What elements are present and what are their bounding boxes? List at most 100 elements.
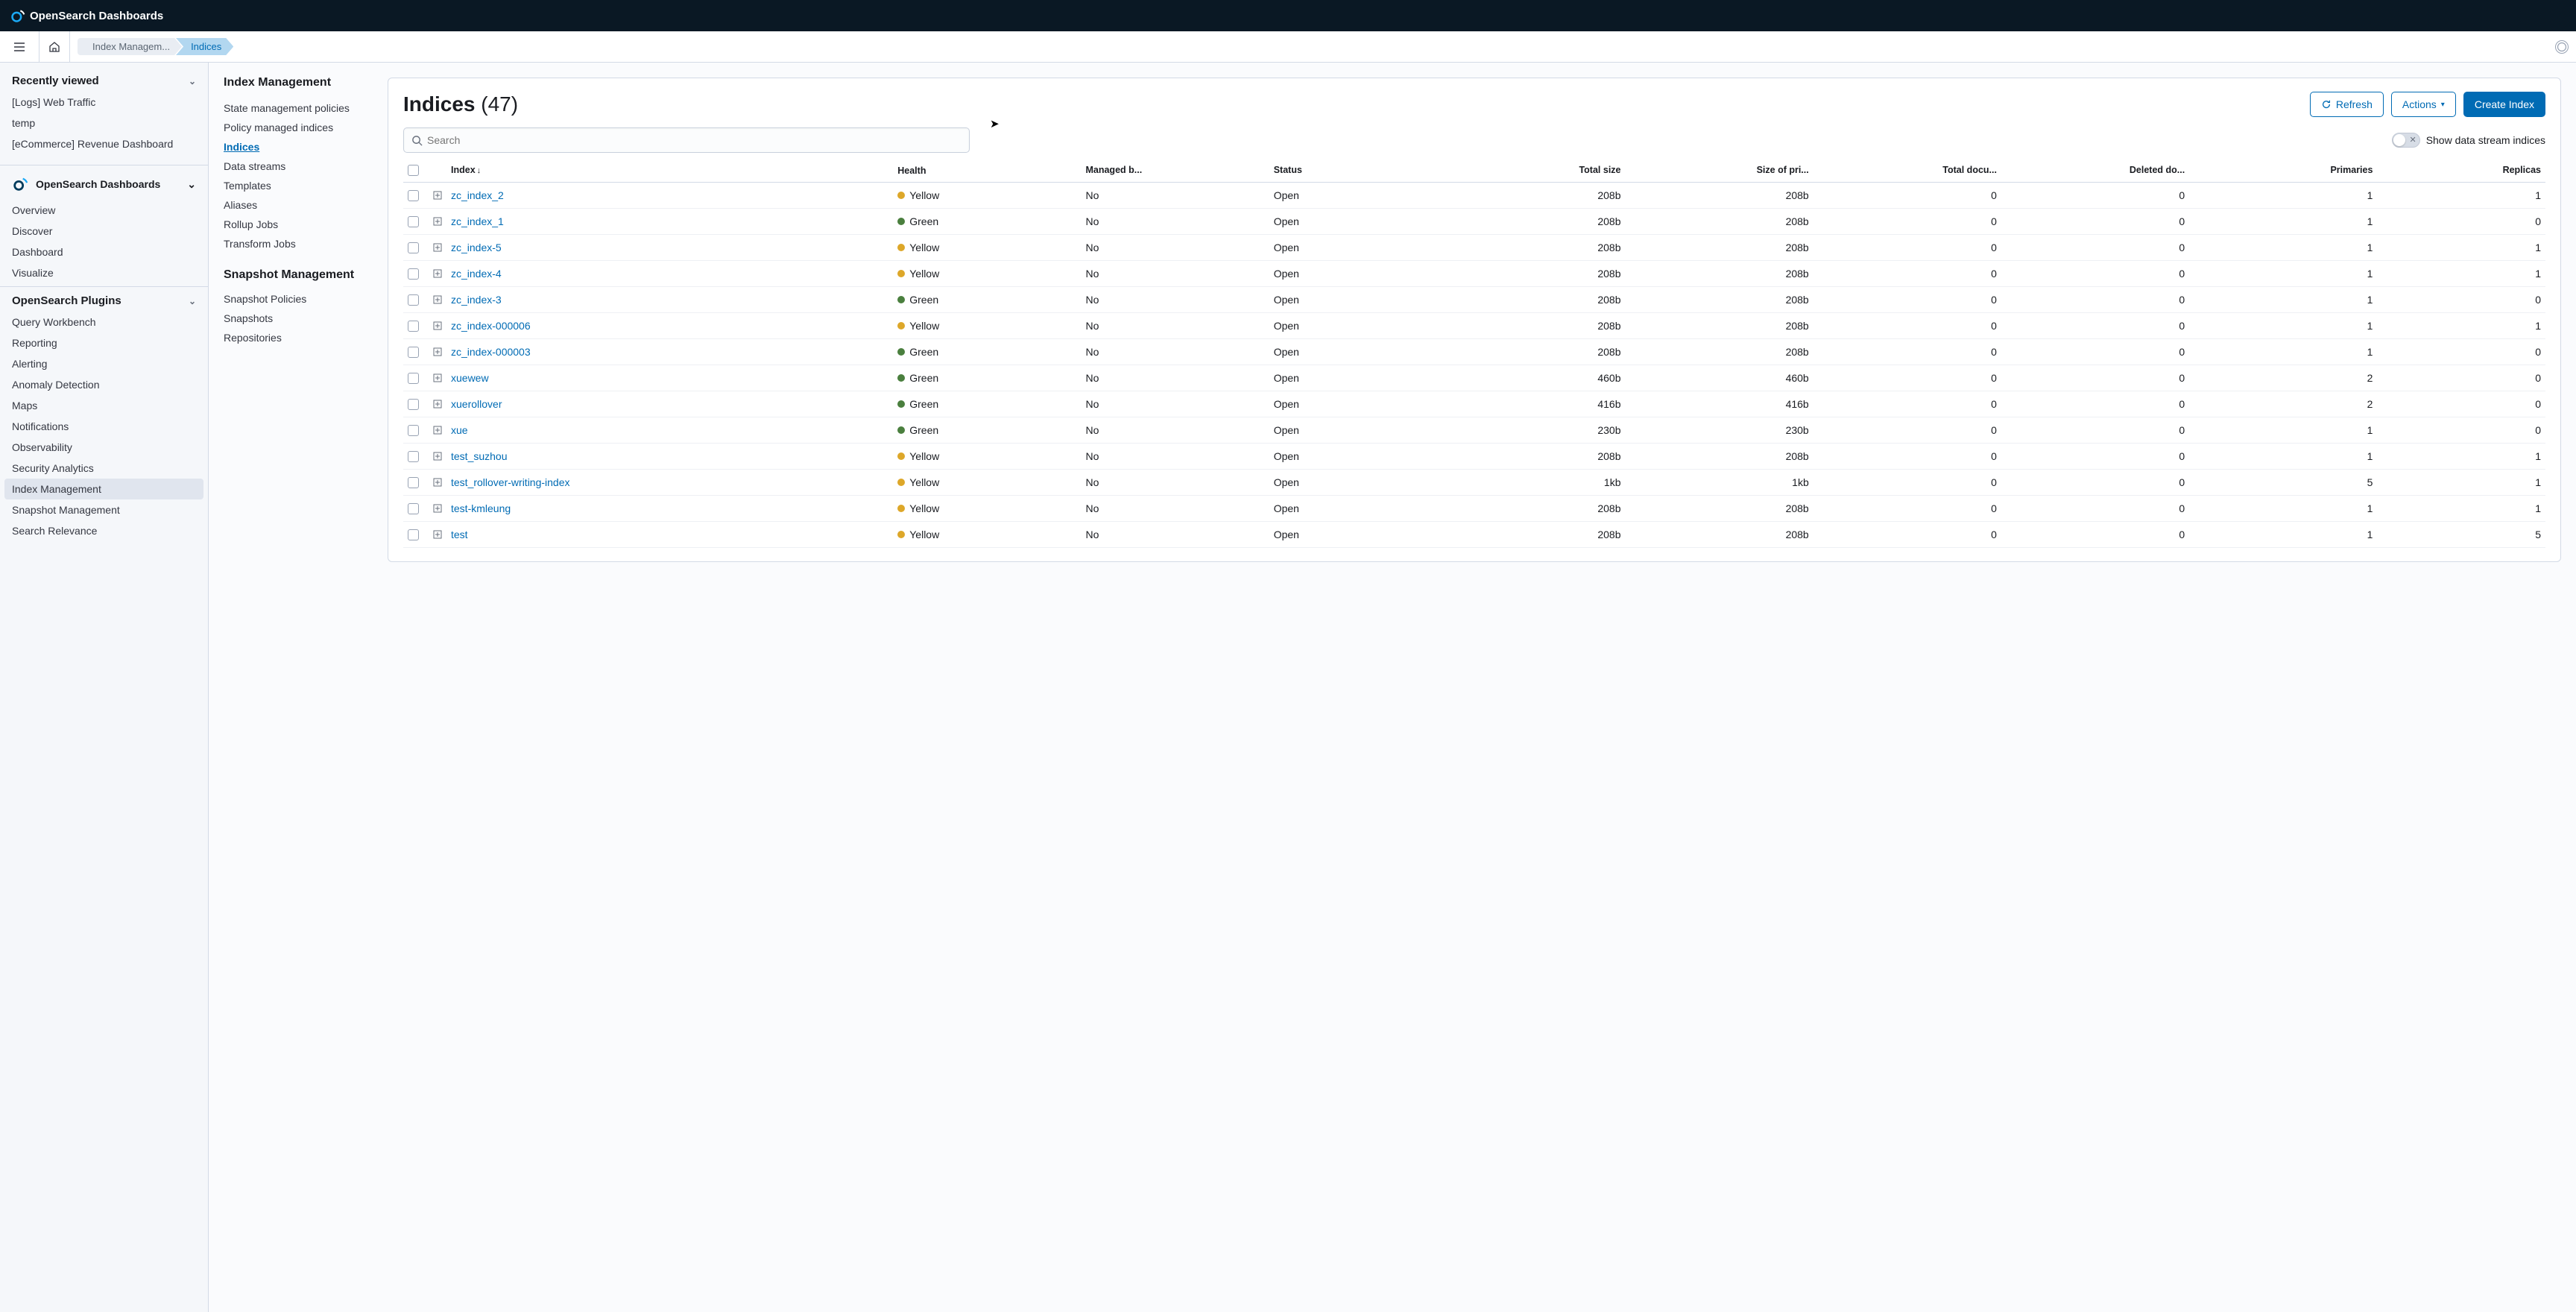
index-link[interactable]: zc_index-000003 bbox=[451, 346, 531, 358]
index-link[interactable]: zc_index_1 bbox=[451, 215, 504, 227]
sec-snapshots[interactable]: Snapshots bbox=[224, 309, 358, 328]
nav-alerting[interactable]: Alerting bbox=[0, 353, 208, 374]
index-link[interactable]: test_suzhou bbox=[451, 450, 508, 462]
index-link[interactable]: zc_index-5 bbox=[451, 242, 502, 253]
expand-row-button[interactable] bbox=[429, 217, 446, 226]
row-checkbox[interactable] bbox=[408, 425, 419, 436]
index-link[interactable]: xuerollover bbox=[451, 398, 502, 410]
nav-security-analytics[interactable]: Security Analytics bbox=[0, 458, 208, 479]
col-status[interactable]: Status bbox=[1269, 165, 1457, 176]
search-box[interactable] bbox=[403, 127, 970, 153]
help-button[interactable] bbox=[2555, 40, 2569, 54]
nav-snapshot-management[interactable]: Snapshot Management bbox=[0, 499, 208, 520]
refresh-button[interactable]: Refresh bbox=[2310, 92, 2384, 117]
expand-row-button[interactable] bbox=[429, 530, 446, 539]
col-prisize[interactable]: Size of pri... bbox=[1626, 165, 1813, 176]
row-checkbox[interactable] bbox=[408, 477, 419, 488]
home-button[interactable] bbox=[39, 31, 70, 63]
sec-transform[interactable]: Transform Jobs bbox=[224, 234, 358, 253]
index-link[interactable]: test-kmleung bbox=[451, 502, 511, 514]
nav-dashboard[interactable]: Dashboard bbox=[0, 242, 208, 262]
sec-rollup[interactable]: Rollup Jobs bbox=[224, 215, 358, 234]
show-datastream-toggle[interactable]: ✕ bbox=[2392, 133, 2420, 148]
expand-row-button[interactable] bbox=[429, 243, 446, 252]
nav-overview[interactable]: Overview bbox=[0, 200, 208, 221]
col-index[interactable]: Index↓ bbox=[446, 165, 893, 176]
expand-row-button[interactable] bbox=[429, 295, 446, 304]
index-link[interactable]: test bbox=[451, 529, 468, 540]
row-checkbox[interactable] bbox=[408, 190, 419, 201]
breadcrumb-index-management[interactable]: Index Managem... bbox=[78, 38, 182, 55]
index-link[interactable]: xue bbox=[451, 424, 468, 436]
nav-anomaly-detection[interactable]: Anomaly Detection bbox=[0, 374, 208, 395]
row-checkbox[interactable] bbox=[408, 321, 419, 332]
nav-visualize[interactable]: Visualize bbox=[0, 262, 208, 283]
section-recently-viewed[interactable]: Recently viewed ⌄ bbox=[0, 70, 208, 92]
col-replicas[interactable]: Replicas bbox=[2377, 165, 2545, 176]
index-link[interactable]: test_rollover-writing-index bbox=[451, 476, 570, 488]
section-osd[interactable]: OpenSearch Dashboards ⌄ bbox=[0, 168, 208, 200]
sec-aliases[interactable]: Aliases bbox=[224, 195, 358, 215]
row-checkbox[interactable] bbox=[408, 216, 419, 227]
expand-row-button[interactable] bbox=[429, 191, 446, 200]
actions-button[interactable]: Actions ▾ bbox=[2391, 92, 2456, 117]
row-checkbox[interactable] bbox=[408, 242, 419, 253]
expand-row-button[interactable] bbox=[429, 400, 446, 409]
row-checkbox[interactable] bbox=[408, 294, 419, 306]
sec-state-policies[interactable]: State management policies bbox=[224, 98, 358, 118]
col-deleteddocs[interactable]: Deleted do... bbox=[2001, 165, 2189, 176]
sec-snapshot-policies[interactable]: Snapshot Policies bbox=[224, 289, 358, 309]
row-checkbox[interactable] bbox=[408, 347, 419, 358]
index-link[interactable]: zc_index_2 bbox=[451, 189, 504, 201]
expand-row-button[interactable] bbox=[429, 504, 446, 513]
col-totalsize[interactable]: Total size bbox=[1457, 165, 1626, 176]
expand-row-button[interactable] bbox=[429, 452, 446, 461]
sec-indices[interactable]: Indices bbox=[224, 137, 358, 157]
row-checkbox[interactable] bbox=[408, 503, 419, 514]
sec-policy-managed[interactable]: Policy managed indices bbox=[224, 118, 358, 137]
sec-repositories[interactable]: Repositories bbox=[224, 328, 358, 347]
index-link[interactable]: xuewew bbox=[451, 372, 489, 384]
row-checkbox[interactable] bbox=[408, 373, 419, 384]
index-link[interactable]: zc_index-3 bbox=[451, 294, 502, 306]
nav-query-workbench[interactable]: Query Workbench bbox=[0, 312, 208, 332]
menu-toggle-button[interactable] bbox=[7, 35, 31, 59]
nav-reporting[interactable]: Reporting bbox=[0, 332, 208, 353]
nav-notifications[interactable]: Notifications bbox=[0, 416, 208, 437]
col-totaldocs[interactable]: Total docu... bbox=[1813, 165, 2001, 176]
sec-templates[interactable]: Templates bbox=[224, 176, 358, 195]
recent-item-logs[interactable]: [Logs] Web Traffic bbox=[0, 92, 208, 113]
recent-item-ecommerce[interactable]: [eCommerce] Revenue Dashboard bbox=[0, 133, 208, 154]
row-checkbox[interactable] bbox=[408, 451, 419, 462]
nav-discover[interactable]: Discover bbox=[0, 221, 208, 242]
col-managed[interactable]: Managed b... bbox=[1081, 165, 1269, 176]
managed-value: No bbox=[1081, 294, 1269, 306]
expand-row-button[interactable] bbox=[429, 478, 446, 487]
expand-row-button[interactable] bbox=[429, 347, 446, 356]
nav-observability[interactable]: Observability bbox=[0, 437, 208, 458]
expand-row-button[interactable] bbox=[429, 373, 446, 382]
section-plugins[interactable]: OpenSearch Plugins ⌄ bbox=[0, 290, 208, 312]
expand-row-button[interactable] bbox=[429, 321, 446, 330]
totaldocs-value: 0 bbox=[1813, 320, 2001, 332]
expand-row-button[interactable] bbox=[429, 269, 446, 278]
recent-item-temp[interactable]: temp bbox=[0, 113, 208, 133]
create-index-button[interactable]: Create Index bbox=[2463, 92, 2545, 117]
app-logo[interactable]: OpenSearch Dashboards bbox=[10, 8, 163, 23]
nav-index-management[interactable]: Index Management bbox=[4, 479, 203, 499]
row-checkbox[interactable] bbox=[408, 399, 419, 410]
row-checkbox[interactable] bbox=[408, 268, 419, 280]
nav-search-relevance[interactable]: Search Relevance bbox=[0, 520, 208, 541]
index-link[interactable]: zc_index-4 bbox=[451, 268, 502, 280]
col-primaries[interactable]: Primaries bbox=[2189, 165, 2377, 176]
index-link[interactable]: zc_index-000006 bbox=[451, 320, 531, 332]
deleteddocs-value: 0 bbox=[2001, 242, 2189, 253]
expand-row-button[interactable] bbox=[429, 426, 446, 435]
breadcrumb-indices[interactable]: Indices bbox=[176, 38, 233, 55]
row-checkbox[interactable] bbox=[408, 529, 419, 540]
sec-data-streams[interactable]: Data streams bbox=[224, 157, 358, 176]
search-input[interactable] bbox=[427, 134, 962, 146]
nav-maps[interactable]: Maps bbox=[0, 395, 208, 416]
col-health[interactable]: Health bbox=[893, 165, 1081, 176]
select-all-checkbox[interactable] bbox=[408, 165, 419, 176]
